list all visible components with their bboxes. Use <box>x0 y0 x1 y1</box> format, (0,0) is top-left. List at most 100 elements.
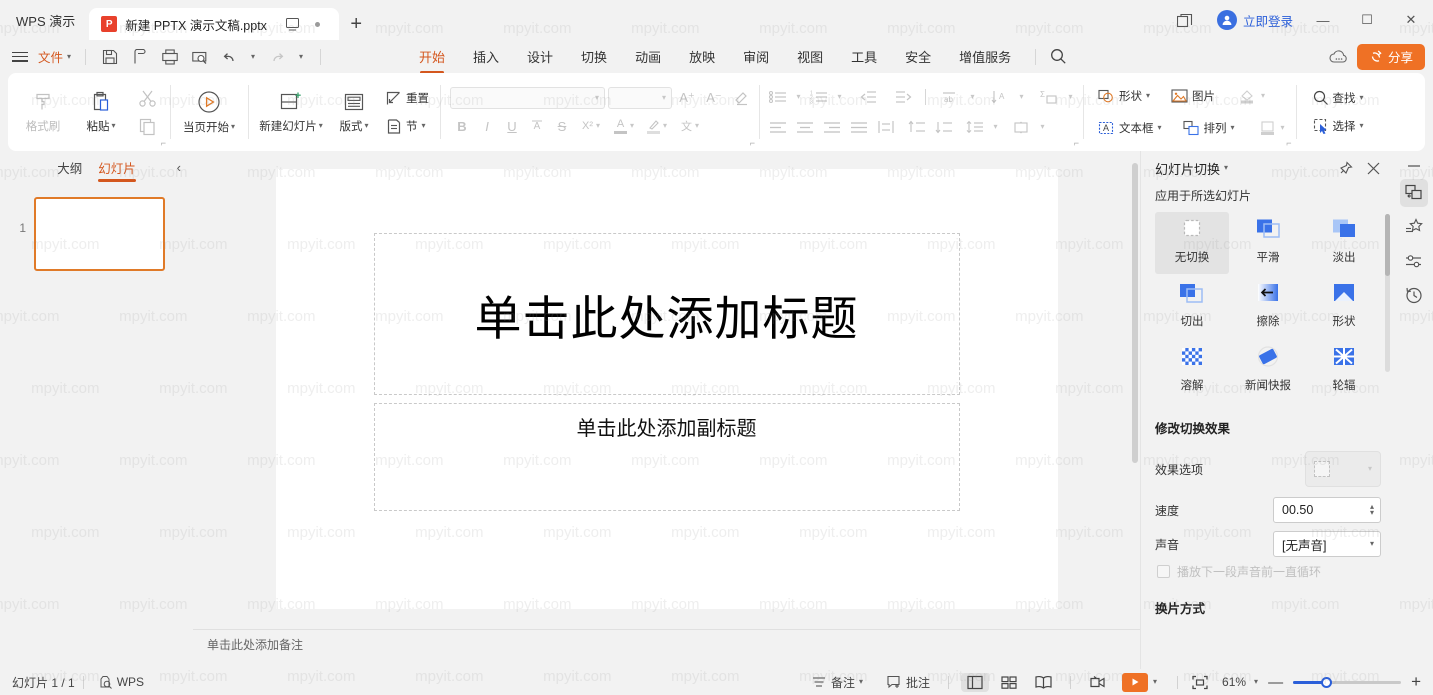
ribbon-tab-value-added[interactable]: 增值服务 <box>945 43 1025 71</box>
slide-sorter-button[interactable] <box>995 673 1023 692</box>
underline-button[interactable]: U <box>500 115 524 138</box>
sound-select[interactable]: [无声音] ▾ <box>1273 531 1381 557</box>
bullets-dropdown[interactable]: ▾ <box>792 85 805 109</box>
align-text-button[interactable]: A <box>986 85 1014 109</box>
tab-outline[interactable]: 大纲 <box>57 158 82 181</box>
ribbon-tab-animation[interactable]: 动画 <box>621 43 675 71</box>
zoom-out-button[interactable]: — <box>1266 674 1285 691</box>
line-spacing-button[interactable] <box>962 115 988 139</box>
wps-status-button[interactable]: WPS <box>92 673 150 691</box>
subtitle-placeholder[interactable]: 单击此处添加副标题 <box>373 403 960 511</box>
cast-screen-icon[interactable] <box>285 15 303 33</box>
shrink-font-button[interactable]: A⁻ <box>702 87 726 110</box>
columns-dropdown[interactable]: ▾ <box>1036 115 1049 139</box>
file-menu-button[interactable]: 文件 ▾ <box>34 44 75 69</box>
smartart-dropdown[interactable]: ▾ <box>1064 85 1077 109</box>
pinyin-guide-button[interactable]: 文 ▾ <box>674 115 706 138</box>
reset-button[interactable]: 重置 <box>380 85 434 111</box>
slide-thumbnail-1[interactable] <box>34 197 165 271</box>
slide-canvas[interactable]: 单击此处添加标题 单击此处添加副标题 <box>275 169 1058 609</box>
spinner-arrows-icon[interactable]: ▴ ▾ <box>1370 503 1374 517</box>
picture-button[interactable]: 图片 <box>1166 83 1220 109</box>
select-button[interactable]: 选择 ▾ <box>1308 113 1369 139</box>
ribbon-tab-insert[interactable]: 插入 <box>459 43 513 71</box>
paste-button[interactable]: 粘贴 ▾ <box>72 80 130 144</box>
pin-icon[interactable] <box>1333 156 1357 180</box>
justify-button[interactable] <box>846 115 872 139</box>
transition-wipe[interactable]: 擦除 <box>1231 276 1305 338</box>
font-name-select[interactable]: ▾ <box>450 87 605 109</box>
smartart-button[interactable]: Σ <box>1035 85 1063 109</box>
comments-button[interactable]: 批注 <box>881 672 936 693</box>
columns-button[interactable] <box>1007 115 1035 139</box>
zoom-in-button[interactable]: + <box>1409 672 1423 692</box>
quick-access-more-icon[interactable]: ▾ <box>292 44 310 70</box>
new-tab-button[interactable]: + <box>339 8 373 40</box>
paragraph-dialog-launcher[interactable]: ⌐ <box>1074 138 1079 148</box>
increase-line-spacing-button[interactable] <box>904 115 930 139</box>
help-cloud-icon[interactable] <box>1325 44 1353 70</box>
notes-toggle-button[interactable]: 备注 ▾ <box>806 672 869 693</box>
copy-button[interactable] <box>130 113 164 139</box>
strikethrough-button[interactable]: S <box>550 115 574 138</box>
decrease-line-spacing-button[interactable] <box>931 115 957 139</box>
shapes-button[interactable]: 形状 ▾ <box>1093 83 1155 109</box>
search-icon[interactable] <box>1044 44 1072 70</box>
ribbon-tab-security[interactable]: 安全 <box>891 43 945 71</box>
shape-style-button[interactable]: ▾ <box>1253 115 1290 141</box>
font-color-button[interactable]: A ▾ <box>608 115 640 138</box>
undo-dropdown-icon[interactable]: ▾ <box>246 44 260 70</box>
share-button[interactable]: 分享 <box>1356 43 1425 70</box>
ribbon-tab-design[interactable]: 设计 <box>513 43 567 71</box>
text-direction-button[interactable]: ab <box>935 85 965 109</box>
ribbon-tab-view[interactable]: 视图 <box>783 43 837 71</box>
design-ideas-icon[interactable] <box>1400 213 1428 241</box>
canvas-vertical-scrollbar[interactable] <box>1132 163 1138 579</box>
normal-view-button[interactable] <box>961 672 990 692</box>
find-button[interactable]: 查找 ▾ <box>1308 85 1369 111</box>
increase-indent-button[interactable] <box>890 85 916 109</box>
loop-sound-checkbox[interactable] <box>1157 565 1170 578</box>
print-preview-icon[interactable] <box>186 44 214 70</box>
close-button[interactable]: ✕ <box>1389 0 1433 40</box>
document-tab[interactable]: P 新建 PPTX 演示文稿.pptx <box>89 8 340 40</box>
thumbnail-row[interactable]: 1 <box>0 197 193 271</box>
login-button[interactable]: 立即登录 <box>1209 10 1301 30</box>
chevron-down-icon[interactable]: ▾ <box>1224 164 1228 172</box>
start-from-current-button[interactable]: 当页开始 ▾ <box>176 80 242 144</box>
transition-cut[interactable]: 切出 <box>1155 276 1229 338</box>
clear-format-button[interactable] <box>729 87 753 110</box>
notes-pane[interactable]: 单击此处添加备注 <box>193 629 1140 669</box>
save-icon[interactable] <box>96 44 124 70</box>
distribute-button[interactable] <box>873 115 899 139</box>
maximize-button[interactable]: ☐ <box>1345 0 1389 40</box>
collapse-rail-icon[interactable] <box>1402 159 1426 173</box>
multi-window-icon[interactable] <box>1163 0 1209 40</box>
ribbon-tab-review[interactable]: 审阅 <box>729 43 783 71</box>
effects-scrollbar[interactable] <box>1385 214 1390 372</box>
bullets-button[interactable] <box>765 85 791 109</box>
layout-button[interactable]: 版式 ▾ <box>328 80 380 144</box>
section-button[interactable]: 节 ▾ <box>380 113 434 139</box>
superscript-button[interactable]: X² ▾ <box>575 115 607 138</box>
transition-morph[interactable]: 平滑 <box>1231 212 1305 274</box>
print-icon[interactable] <box>156 44 184 70</box>
transition-fade[interactable]: 淡出 <box>1307 212 1381 274</box>
textbox-button[interactable]: A 文本框 ▾ <box>1093 115 1167 141</box>
line-spacing-dropdown[interactable]: ▾ <box>989 115 1002 139</box>
grow-font-button[interactable]: A⁺ <box>675 87 699 110</box>
effect-options-select[interactable]: ▾ <box>1305 451 1381 487</box>
redo-icon[interactable] <box>262 44 290 70</box>
align-left-button[interactable] <box>765 115 791 139</box>
play-options-dropdown[interactable]: ▾ <box>1150 676 1160 688</box>
text-highlight-button[interactable]: ▾ <box>641 115 673 138</box>
loop-sound-row[interactable]: 播放下一段声音前一直循环 <box>1141 561 1395 580</box>
font-dialog-launcher[interactable]: ⌐ <box>750 138 755 148</box>
undo-icon[interactable] <box>216 44 244 70</box>
text-direction-dropdown[interactable]: ▾ <box>966 85 979 109</box>
zoom-dropdown-icon[interactable]: ▾ <box>1254 678 1258 686</box>
cut-button[interactable] <box>130 85 164 111</box>
transition-newsflash[interactable]: 新闻快报 <box>1231 340 1305 402</box>
ribbon-tab-tools[interactable]: 工具 <box>837 43 891 71</box>
ribbon-tab-slideshow[interactable]: 放映 <box>675 43 729 71</box>
